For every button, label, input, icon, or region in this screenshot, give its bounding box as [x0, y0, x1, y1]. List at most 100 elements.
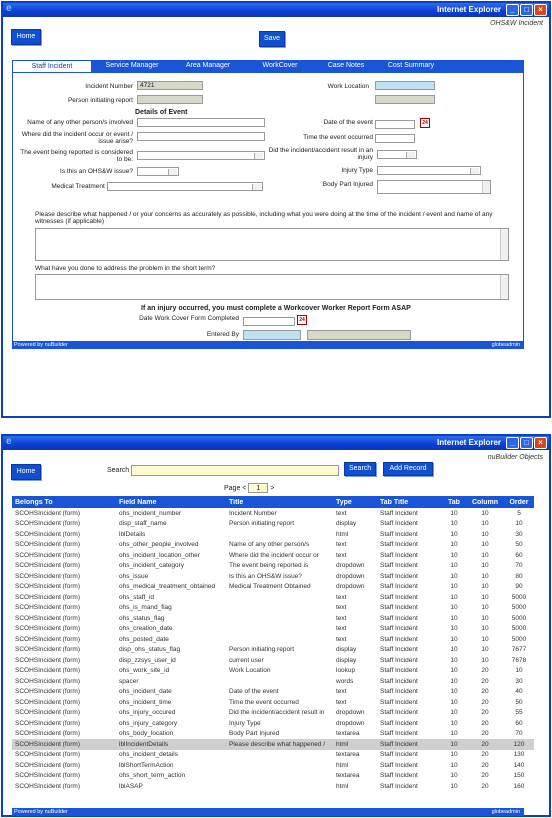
- incident-number-label: Incident Number: [85, 83, 133, 90]
- describe-textarea[interactable]: [35, 228, 509, 261]
- table-cell: dropdown: [336, 583, 365, 591]
- calendar-icon[interactable]: 24: [297, 315, 307, 325]
- tab-area-manager[interactable]: Area Manager: [172, 60, 244, 72]
- table-cell: ohs_incident_details: [119, 751, 178, 759]
- tab-service-manager[interactable]: Service Manager: [92, 60, 172, 72]
- search-button[interactable]: Search: [344, 462, 376, 476]
- table-row[interactable]: SCOHSIncident (form) ohs_staff_id text Staf…: [12, 592, 534, 603]
- table-row[interactable]: SCOHSIncident (form) spacer words Staff Inc…: [12, 676, 534, 687]
- col-title[interactable]: Title: [229, 499, 336, 506]
- category-select[interactable]: [137, 151, 265, 160]
- table-row[interactable]: SCOHSIncident (form) lblIncidentDetails Pl…: [12, 739, 534, 750]
- col-field-name[interactable]: Field Name: [119, 499, 229, 506]
- body-part-textarea[interactable]: [377, 180, 491, 194]
- table-row[interactable]: SCOHSIncident (form) ohs_incident_date Dat…: [12, 687, 534, 698]
- table-cell: Time the event occurred: [229, 698, 299, 706]
- table-cell: 20: [481, 751, 489, 759]
- tab-cost-summary[interactable]: Cost Summary: [376, 60, 446, 72]
- table-row[interactable]: SCOHSIncident (form) ohs_work_site_id Work…: [12, 666, 534, 677]
- close-icon[interactable]: ×: [534, 437, 547, 449]
- page-next-button[interactable]: >: [270, 485, 274, 492]
- table-cell: 5000: [511, 614, 527, 622]
- table-row[interactable]: SCOHSIncident (form) ohs_other_people_inv…: [12, 540, 534, 551]
- col-belongs-to[interactable]: Belongs To: [12, 499, 119, 506]
- table-row[interactable]: SCOHSIncident (form) ohs_incident_categor…: [12, 561, 534, 572]
- details-heading: Details of Event: [135, 109, 188, 116]
- table-row[interactable]: SCOHSIncident (form) disp_ohs_status_flag…: [12, 645, 534, 656]
- table-row[interactable]: SCOHSIncident (form) ohs_medical_treatmen…: [12, 582, 534, 593]
- work-location-label: Work Location: [327, 83, 369, 90]
- table-row[interactable]: SCOHSIncident (form) disp_zzsys_user_id cu…: [12, 655, 534, 666]
- table-cell: 10: [481, 530, 489, 538]
- table-cell: ohs_creation_date: [119, 625, 173, 633]
- col-tab-title[interactable]: Tab Title: [380, 499, 442, 506]
- minimize-icon[interactable]: _: [506, 437, 519, 449]
- table-cell: SCOHSIncident (form): [15, 667, 81, 675]
- tab-staff-incident[interactable]: Staff Incident: [12, 60, 92, 72]
- medical-select[interactable]: [107, 182, 263, 191]
- table-cell: Staff Incident: [380, 530, 418, 538]
- table-row[interactable]: SCOHSIncident (form) ohs_issue Is this an …: [12, 571, 534, 582]
- col-column[interactable]: Column: [466, 499, 504, 506]
- table-cell: 10: [481, 625, 489, 633]
- work-location-field[interactable]: [375, 81, 435, 90]
- add-record-button[interactable]: Add Record: [383, 462, 433, 476]
- title-bar: e Internet Explorer _ □ ×: [3, 3, 549, 17]
- col-tab[interactable]: Tab: [442, 499, 466, 506]
- table-row[interactable]: SCOHSIncident (form) ohs_posted_date text S…: [12, 634, 534, 645]
- entered-by-desc-field: [307, 330, 411, 340]
- table-cell: Injury Type: [229, 719, 261, 727]
- col-order[interactable]: Order: [504, 499, 534, 506]
- table-row[interactable]: SCOHSIncident (form) lblDetails html Staff …: [12, 529, 534, 540]
- table-row[interactable]: SCOHSIncident (form) ohs_is_mand_flag text…: [12, 603, 534, 614]
- injury-type-select[interactable]: [377, 166, 481, 175]
- table-row[interactable]: SCOHSIncident (form) lblASAP html Staff Inc…: [12, 781, 534, 792]
- home-button[interactable]: Home: [11, 29, 41, 45]
- search-input[interactable]: [131, 465, 339, 476]
- ohsw-select[interactable]: [137, 167, 179, 176]
- table-row[interactable]: SCOHSIncident (form) ohs_injury_category I…: [12, 718, 534, 729]
- date-input[interactable]: [375, 120, 415, 129]
- injury-type-label: Injury Type: [341, 167, 373, 174]
- minimize-icon[interactable]: _: [506, 4, 519, 16]
- table-cell: Person initiating report: [229, 646, 295, 654]
- table-cell: ohs_status_flag: [119, 614, 165, 622]
- table-row[interactable]: SCOHSIncident (form) ohs_incident_number I…: [12, 508, 534, 519]
- table-cell: Staff Incident: [380, 583, 418, 591]
- table-row[interactable]: SCOHSIncident (form) ohs_incident_locatio…: [12, 550, 534, 561]
- short-term-textarea[interactable]: [35, 274, 509, 300]
- table-row[interactable]: SCOHSIncident (form) disp_staff_name Perso…: [12, 519, 534, 530]
- col-type[interactable]: Type: [336, 499, 380, 506]
- tab-case-notes[interactable]: Case Notes: [316, 60, 376, 72]
- tab-workcover[interactable]: WorkCover: [244, 60, 316, 72]
- table-cell: 10: [450, 541, 458, 549]
- table-cell: SCOHSIncident (form): [15, 635, 81, 643]
- other-persons-input[interactable]: [137, 118, 265, 127]
- page-input[interactable]: 1: [248, 483, 269, 493]
- table-header: Belongs To Field Name Title Type Tab Tit…: [12, 496, 534, 508]
- table-cell: 10: [481, 656, 489, 664]
- table-row[interactable]: SCOHSIncident (form) ohs_creation_date tex…: [12, 624, 534, 635]
- maximize-icon[interactable]: □: [520, 437, 533, 449]
- save-button[interactable]: Save: [259, 31, 285, 47]
- table-row[interactable]: SCOHSIncident (form) ohs_incident_details…: [12, 750, 534, 761]
- where-input[interactable]: [137, 132, 265, 141]
- home-button[interactable]: Home: [11, 464, 41, 480]
- injury-result-select[interactable]: [377, 150, 417, 159]
- table-cell: Staff Incident: [380, 593, 418, 601]
- calendar-icon[interactable]: 24: [420, 118, 430, 128]
- table-cell: SCOHSIncident (form): [15, 562, 81, 570]
- time-input[interactable]: [375, 134, 415, 143]
- table-cell: ohs_medical_treatment_obtained: [119, 583, 216, 591]
- table-row[interactable]: SCOHSIncident (form) lblShortTermAction ht…: [12, 760, 534, 771]
- table-row[interactable]: SCOHSIncident (form) ohs_incident_time Tim…: [12, 697, 534, 708]
- close-icon[interactable]: ×: [534, 4, 547, 16]
- workcover-date-input[interactable]: [243, 317, 295, 326]
- maximize-icon[interactable]: □: [520, 4, 533, 16]
- table-row[interactable]: SCOHSIncident (form) ohs_short_term_actio…: [12, 771, 534, 782]
- table-row[interactable]: SCOHSIncident (form) ohs_status_flag text S…: [12, 613, 534, 624]
- table-row[interactable]: SCOHSIncident (form) ohs_body_location Bod…: [12, 729, 534, 740]
- table-row[interactable]: SCOHSIncident (form) ohs_injury_occured Di…: [12, 708, 534, 719]
- table-cell: 10: [481, 583, 489, 591]
- table-cell: ohs_staff_id: [119, 593, 154, 601]
